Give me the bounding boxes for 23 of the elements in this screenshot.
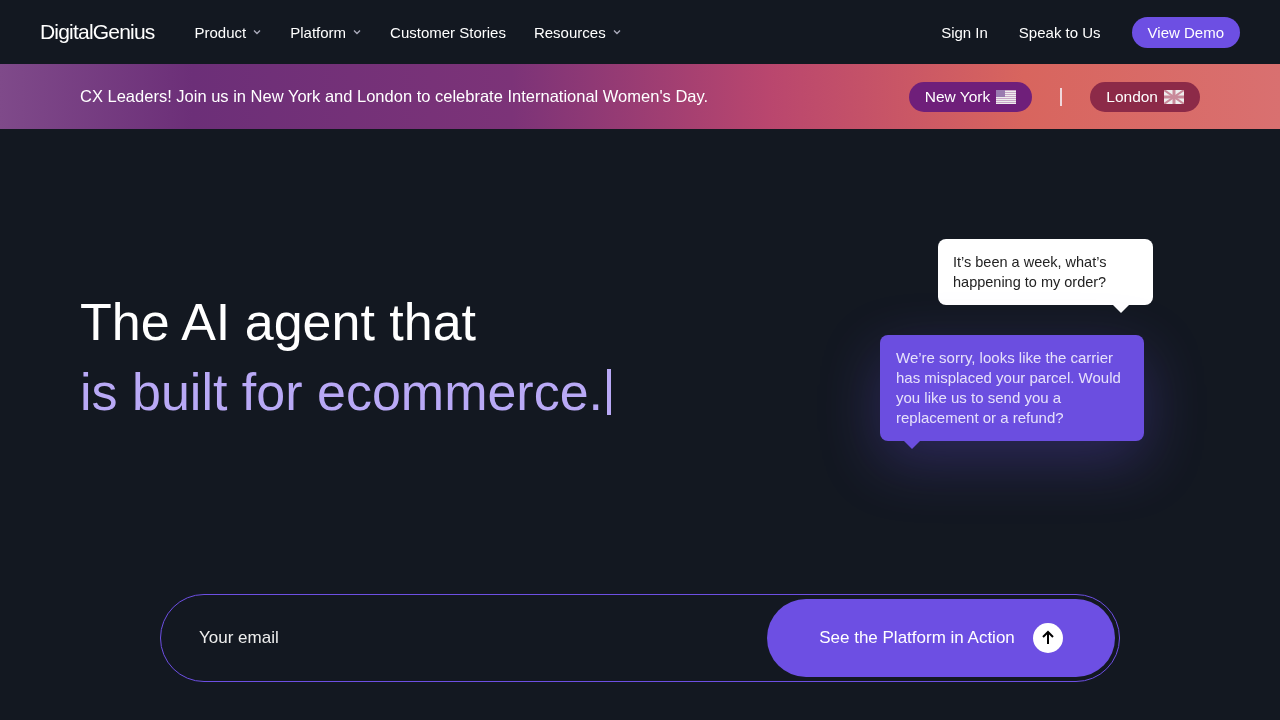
logo[interactable]: DigitalGenius [40, 20, 155, 44]
view-demo-button[interactable]: View Demo [1131, 16, 1240, 48]
hero-title: The AI agent that [80, 292, 478, 353]
nav-link[interactable]: Speak to Us [1018, 23, 1101, 41]
nav-link[interactable]: Sign In [941, 23, 988, 41]
customer-chat-bubble: It’s been a week, what’s happening to my order? [938, 239, 1153, 305]
agent-chat-bubble: We’re sorry, looks like the carrier has misplaced your parcel. Would you like us to send you a replacement or a refund? [880, 335, 1144, 441]
banner-text: CX Leaders! Join us in New York and London to celebrate International Women's Day. [80, 87, 710, 106]
nav-link[interactable]: Product [194, 23, 263, 41]
arrow-up-icon [1032, 623, 1063, 653]
text-cursor [607, 369, 612, 415]
nav-link[interactable]: Resources [533, 23, 622, 41]
flag-icon [1164, 89, 1184, 104]
nav-link[interactable]: Customer Stories [390, 23, 506, 41]
event-button[interactable]: New York [908, 81, 1033, 112]
email-field[interactable]: Your email [197, 627, 767, 649]
event-button[interactable]: London [1090, 81, 1200, 112]
hero-subtitle: is built for ecommerce. [80, 362, 604, 423]
flag-icon [996, 89, 1017, 104]
bubble-tail [1113, 305, 1129, 313]
nav-link[interactable]: Platform [290, 23, 363, 41]
platform-button[interactable]: See the Platform in Action [767, 599, 1115, 677]
bubble-tail [904, 441, 920, 449]
